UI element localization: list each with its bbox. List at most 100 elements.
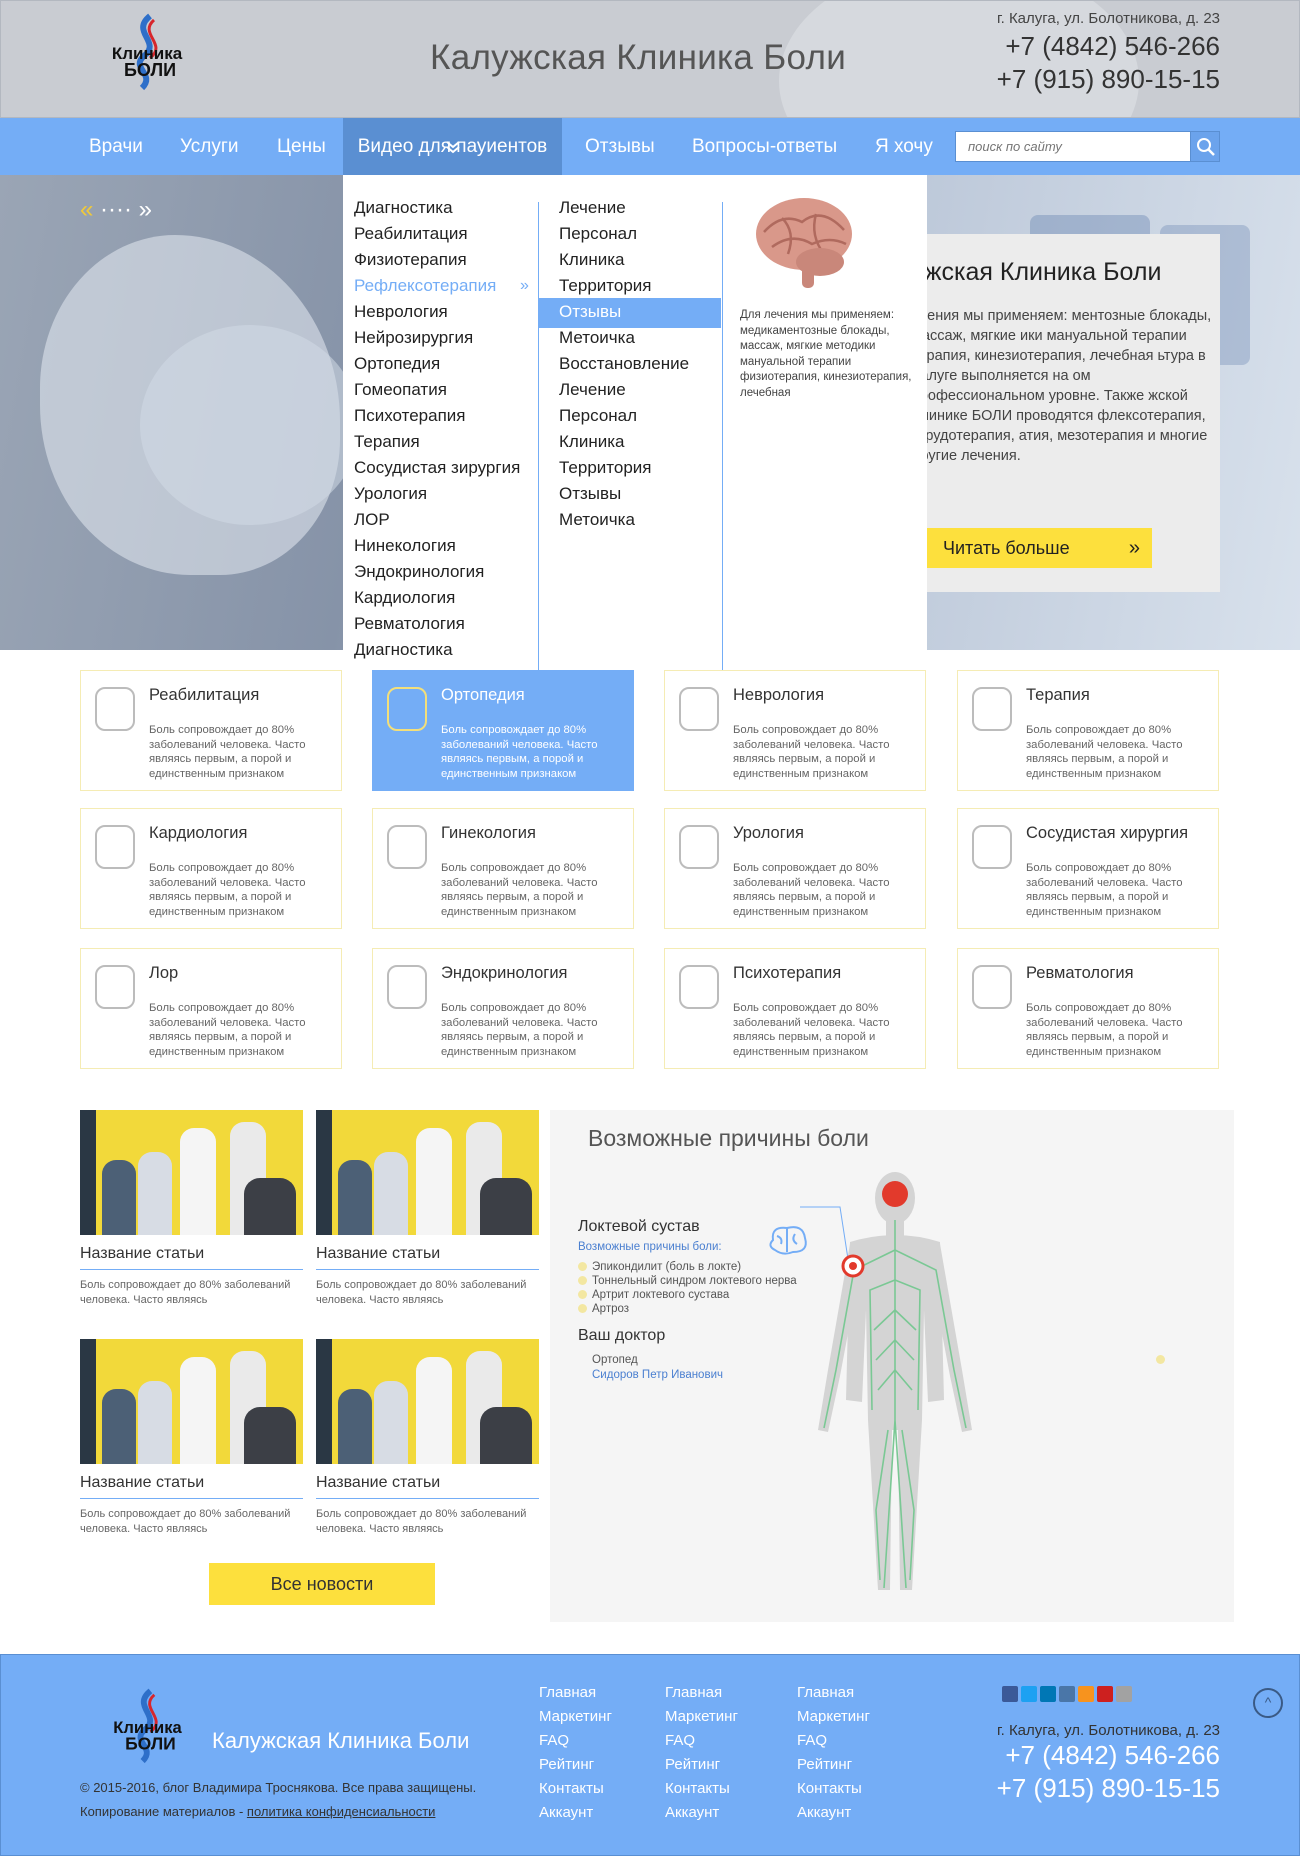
service-card[interactable]: Гинекология Боль сопровождает до 80% забо… bbox=[372, 808, 634, 929]
news-title[interactable]: Название статьи bbox=[316, 1245, 539, 1270]
search-button[interactable] bbox=[1190, 132, 1219, 161]
mega-menu-item[interactable]: Нейрозирургия bbox=[354, 325, 520, 351]
header-phone-1[interactable]: +7 (4842) 546-266 bbox=[1005, 31, 1220, 62]
service-card[interactable]: Эндокринология Боль сопровождает до 80% з… bbox=[372, 948, 634, 1069]
news-title[interactable]: Название статьи bbox=[80, 1245, 303, 1270]
mega-menu-item[interactable]: Эндокринология bbox=[354, 559, 520, 585]
service-card[interactable]: Кардиология Боль сопровождает до 80% забо… bbox=[80, 808, 342, 929]
nav-item-reviews[interactable]: Отзывы bbox=[585, 118, 655, 175]
footer-link[interactable]: FAQ bbox=[797, 1729, 870, 1753]
mega-menu-subitem[interactable]: Отзывы bbox=[559, 481, 689, 507]
header-phone-2[interactable]: +7 (915) 890-15-15 bbox=[997, 64, 1220, 95]
nav-item-doctors[interactable]: Врачи bbox=[89, 118, 143, 175]
footer-link[interactable]: Главная bbox=[539, 1681, 612, 1705]
service-card[interactable]: Психотерапия Боль сопровождает до 80% заб… bbox=[664, 948, 926, 1069]
news-title[interactable]: Название статьи bbox=[80, 1474, 303, 1499]
news-card[interactable]: Название статьи Боль сопровождает до 80% … bbox=[316, 1110, 539, 1307]
search-input[interactable] bbox=[956, 132, 1189, 161]
mega-menu-item[interactable]: Нинекология bbox=[354, 533, 520, 559]
footer-link[interactable]: Рейтинг bbox=[539, 1753, 612, 1777]
nav-item-faq[interactable]: Вопросы-ответы bbox=[692, 118, 837, 175]
mega-menu-item[interactable]: Физиотерапия bbox=[354, 247, 520, 273]
mega-menu-item[interactable]: Реабилитация bbox=[354, 221, 520, 247]
mega-menu-subitem[interactable]: Территория bbox=[559, 455, 689, 481]
news-photo[interactable] bbox=[80, 1110, 303, 1235]
footer-link[interactable]: FAQ bbox=[665, 1729, 738, 1753]
slider-next-button[interactable]: » bbox=[139, 196, 152, 223]
mega-menu-subitem[interactable]: Клиника bbox=[559, 429, 689, 455]
service-card[interactable]: Терапия Боль сопровождает до 80% заболева… bbox=[957, 670, 1219, 791]
nav-item-videos[interactable]: Видео для пауиентов bbox=[343, 118, 562, 175]
service-card[interactable]: Реабилитация Боль сопровождает до 80% заб… bbox=[80, 670, 342, 791]
footer-link[interactable]: Главная bbox=[665, 1681, 738, 1705]
service-card[interactable]: Неврология Боль сопровождает до 80% забол… bbox=[664, 670, 926, 791]
footer-link[interactable]: Контакты bbox=[539, 1777, 612, 1801]
mega-menu-item[interactable]: Сосудистая зирургия bbox=[354, 455, 520, 481]
nav-item-prices[interactable]: Цены bbox=[277, 118, 326, 175]
nav-item-services[interactable]: Услуги bbox=[180, 118, 238, 175]
instagram-icon[interactable] bbox=[1116, 1686, 1132, 1702]
footer-link[interactable]: Главная bbox=[797, 1681, 870, 1705]
mega-menu-item[interactable]: Терапия bbox=[354, 429, 520, 455]
footer-link[interactable]: Аккаунт bbox=[797, 1801, 870, 1825]
mega-menu-item[interactable]: Диагностика bbox=[354, 637, 520, 663]
mega-menu-item[interactable]: Психотерапия bbox=[354, 403, 520, 429]
logo[interactable]: Клиника БОЛИ bbox=[90, 12, 205, 92]
slider-dots[interactable]: ···· bbox=[100, 196, 132, 223]
footer-link[interactable]: Контакты bbox=[797, 1777, 870, 1801]
service-card[interactable]: Сосудистая хирургия Боль сопровождает до … bbox=[957, 808, 1219, 929]
slider-prev-button[interactable]: « bbox=[80, 196, 93, 223]
news-card[interactable]: Название статьи Боль сопровождает до 80% … bbox=[316, 1339, 539, 1536]
footer-phone-1[interactable]: +7 (4842) 546-266 bbox=[1005, 1740, 1220, 1771]
linkedin-icon[interactable] bbox=[1040, 1686, 1056, 1702]
mega-menu-subitem[interactable]: Метоичка bbox=[559, 325, 689, 351]
mega-menu-item[interactable]: Диагностика bbox=[354, 195, 520, 221]
mega-menu-subitem[interactable]: Лечение bbox=[559, 377, 689, 403]
service-card[interactable]: Ортопедия Боль сопровождает до 80% заболе… bbox=[372, 670, 634, 791]
service-card[interactable]: Лор Боль сопровождает до 80% заболеваний … bbox=[80, 948, 342, 1069]
mega-menu-item[interactable]: Неврология bbox=[354, 299, 520, 325]
mega-menu-item[interactable]: Урология bbox=[354, 481, 520, 507]
privacy-policy-link[interactable]: политика конфиденсиальности bbox=[247, 1804, 436, 1819]
nav-item-i-want[interactable]: Я хочу bbox=[875, 118, 933, 175]
odnoklassniki-icon[interactable] bbox=[1078, 1686, 1094, 1702]
mega-menu-subitem[interactable]: Метоичка bbox=[559, 507, 689, 533]
twitter-icon[interactable] bbox=[1021, 1686, 1037, 1702]
youtube-icon[interactable] bbox=[1097, 1686, 1113, 1702]
news-card[interactable]: Название статьи Боль сопровождает до 80% … bbox=[80, 1110, 303, 1307]
all-news-button[interactable]: Все новости bbox=[209, 1563, 435, 1605]
facebook-icon[interactable] bbox=[1002, 1686, 1018, 1702]
footer-link[interactable]: Маркетинг bbox=[539, 1705, 612, 1729]
footer-link[interactable]: FAQ bbox=[539, 1729, 612, 1753]
mega-menu-subitem[interactable]: Персонал bbox=[559, 403, 689, 429]
footer-phone-2[interactable]: +7 (915) 890-15-15 bbox=[997, 1773, 1220, 1804]
mega-menu-subitem[interactable]: Клиника bbox=[559, 247, 689, 273]
news-title[interactable]: Название статьи bbox=[316, 1474, 539, 1499]
mega-menu-item[interactable]: Кардиология bbox=[354, 585, 520, 611]
news-photo[interactable] bbox=[80, 1339, 303, 1464]
footer-link[interactable]: Аккаунт bbox=[539, 1801, 612, 1825]
doctor-name-link[interactable]: Сидоров Петр Иванович bbox=[592, 1369, 723, 1381]
mega-menu-subitem[interactable]: Персонал bbox=[559, 221, 689, 247]
scroll-to-top-button[interactable]: ^ bbox=[1253, 1688, 1283, 1718]
footer-link[interactable]: Рейтинг bbox=[665, 1753, 738, 1777]
read-more-button[interactable]: Читать больше » bbox=[925, 528, 1152, 568]
footer-link[interactable]: Контакты bbox=[665, 1777, 738, 1801]
service-card[interactable]: Урология Боль сопровождает до 80% заболев… bbox=[664, 808, 926, 929]
vk-icon[interactable] bbox=[1059, 1686, 1075, 1702]
mega-menu-item[interactable]: ЛОР bbox=[354, 507, 520, 533]
mega-menu-item[interactable]: Ортопедия bbox=[354, 351, 520, 377]
news-card[interactable]: Название статьи Боль сопровождает до 80% … bbox=[80, 1339, 303, 1536]
mega-menu-subitem[interactable]: Территория bbox=[559, 273, 689, 299]
service-card[interactable]: Ревматология Боль сопровождает до 80% заб… bbox=[957, 948, 1219, 1069]
news-photo[interactable] bbox=[316, 1339, 539, 1464]
news-photo[interactable] bbox=[316, 1110, 539, 1235]
mega-menu-subitem[interactable]: Отзывы bbox=[559, 299, 689, 325]
mega-menu-subitem[interactable]: Восстановление bbox=[559, 351, 689, 377]
footer-link[interactable]: Маркетинг bbox=[665, 1705, 738, 1729]
mega-menu-item[interactable]: Гомеопатия bbox=[354, 377, 520, 403]
mega-menu-item[interactable]: Ревматология bbox=[354, 611, 520, 637]
footer-logo[interactable]: Клиника БОЛИ bbox=[92, 1686, 204, 1766]
footer-link[interactable]: Аккаунт bbox=[665, 1801, 738, 1825]
footer-link[interactable]: Маркетинг bbox=[797, 1705, 870, 1729]
